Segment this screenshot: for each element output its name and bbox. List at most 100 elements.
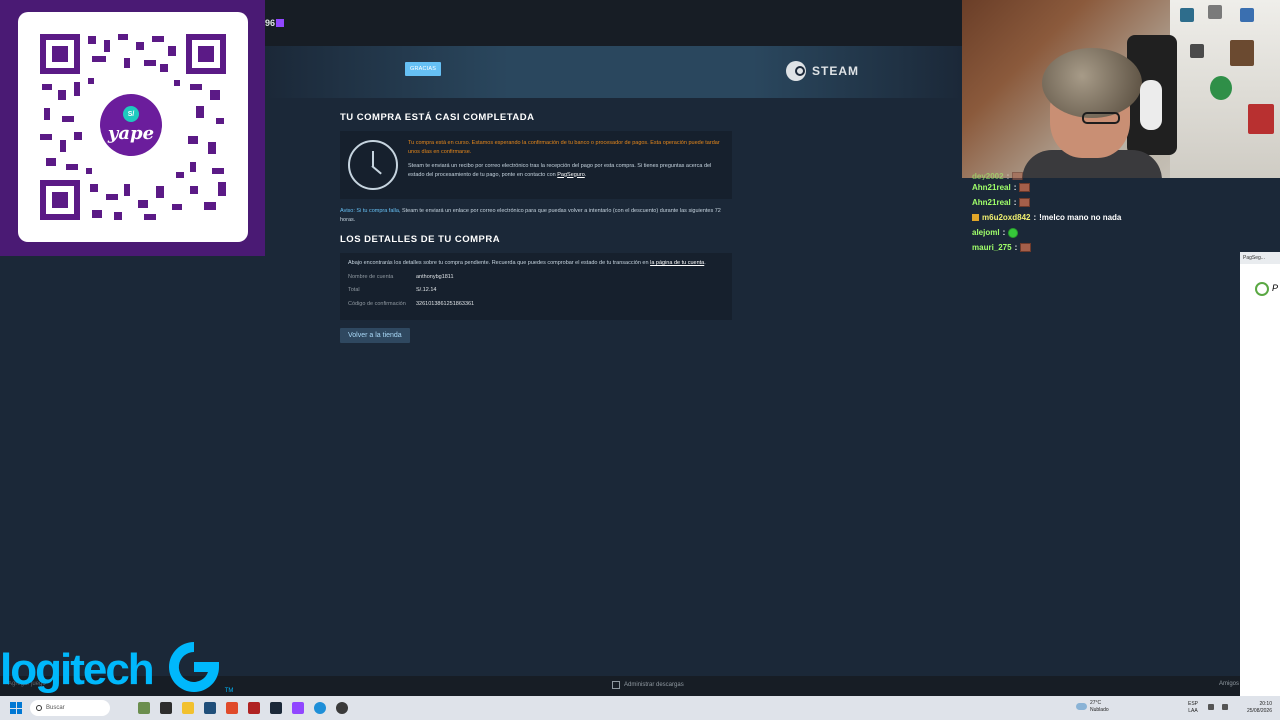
pagseguro-window[interactable]: PagSeg... P [1240, 252, 1280, 696]
steam-icon[interactable] [270, 702, 282, 714]
brave-icon[interactable] [226, 702, 238, 714]
logitech-logo: logitech TM [0, 636, 233, 696]
obs-icon[interactable] [336, 702, 348, 714]
steam-logo[interactable]: STEAM [786, 61, 859, 81]
detail-value: anthonybg1811 [416, 273, 454, 280]
channel-points: 96 [265, 18, 285, 28]
headphones [1140, 80, 1162, 130]
pepe-emote-icon [1020, 243, 1032, 252]
details-heading: LOS DETALLES DE TU COMPRA [340, 234, 501, 246]
chat-line: m6u2oxd842: !melco mano no nada [972, 210, 1272, 225]
glasses [1082, 112, 1120, 124]
chat-colon: : [1033, 213, 1037, 222]
app-icon[interactable] [248, 702, 260, 714]
chat-colon: : [1014, 243, 1018, 252]
taskbar-search[interactable]: Buscar [30, 700, 110, 716]
browser-tab[interactable]: PagSeg... [1240, 252, 1280, 264]
logitech-tm: TM [224, 688, 234, 694]
cloud-icon [1076, 703, 1087, 710]
logitech-wordmark: logitech [0, 645, 155, 694]
steam-logo-text: STEAM [812, 64, 859, 78]
app-icon[interactable] [204, 702, 216, 714]
yape-qr-overlay: S/ yape [0, 0, 265, 256]
detail-label: Nombre de cuenta [348, 273, 394, 280]
task-view-icon[interactable] [160, 702, 172, 714]
weather-desc: Nublado [1090, 706, 1109, 713]
wifi-icon[interactable] [1208, 704, 1214, 710]
status-receipt-text: Steam te enviará un recibo por correo el… [408, 162, 724, 179]
details-intro-text: Abajo encontrarás los detalles sobre tu … [348, 260, 649, 267]
chat-colon: : [1006, 172, 1010, 180]
start-menu-icon[interactable] [10, 702, 22, 714]
status-receipt-end: . [584, 171, 587, 178]
lang-code: ESP [1188, 701, 1199, 707]
status-text: Tu compra está en curso. Estamos esperan… [408, 139, 724, 191]
search-icon [36, 705, 42, 711]
figure-icon [1180, 8, 1194, 22]
status-heading: TU COMPRA ESTÁ CASI COMPLETADA [340, 112, 535, 123]
manage-downloads-label: Administrar descargas [624, 682, 684, 688]
file-explorer-icon[interactable] [182, 702, 194, 714]
twitch-icon[interactable] [292, 702, 304, 714]
figure-icon [1208, 5, 1222, 19]
clock[interactable]: 20:10 25/08/2026 [1240, 701, 1272, 714]
back-to-store-button[interactable]: Volver a la tienda [340, 328, 410, 344]
chat-colon: : [1013, 198, 1017, 207]
pagseguro-icon [1255, 282, 1269, 296]
flag-icon [1248, 104, 1274, 134]
notice-prefix: Aviso: Si tu compra falla, [340, 208, 401, 214]
qr-card: S/ yape [18, 12, 248, 242]
failure-notice: Aviso: Si tu compra falla, Steam te envi… [340, 207, 732, 224]
chat-colon: : [1013, 183, 1017, 192]
shelf [1170, 0, 1280, 178]
status-pending-text: Tu compra está en curso. Estamos esperan… [408, 140, 720, 155]
detail-value: S/.12.14 [416, 287, 437, 294]
chat-user: alejoml [972, 228, 1000, 237]
chat-user: mauri_275 [972, 243, 1012, 252]
chat-line: mauri_275: [972, 240, 1272, 255]
pepe-emote-icon [1019, 183, 1031, 192]
pagseguro-link[interactable]: PagSeguro [557, 172, 585, 178]
chat-user: Ahn21real [972, 198, 1011, 207]
checkout-banner: GRACIAS STEAM [265, 46, 962, 98]
yape-wordmark: yape [107, 123, 155, 144]
yape-logo: S/ yape [96, 90, 166, 160]
search-label: Buscar [46, 705, 65, 711]
figure-icon [1210, 76, 1232, 100]
chat-line: Ahn21real: [972, 180, 1272, 195]
detail-label: Código de confirmación [348, 300, 406, 307]
friends-button[interactable]: Amigos [1219, 681, 1239, 687]
chat-user: dey2002 [972, 172, 1004, 180]
chat-line: dey2002: [972, 172, 1272, 180]
details-intro-end: . [704, 260, 706, 267]
taskbar-apps [138, 702, 348, 714]
webcam-feed [962, 0, 1280, 178]
windows-taskbar: Buscar 27°C Nublado ESP LAA 20:10 25/08/202… [0, 696, 1280, 720]
person-hair [1042, 48, 1142, 118]
language-indicator[interactable]: ESP LAA [1188, 701, 1198, 714]
detail-label: Total [348, 287, 360, 294]
detail-value: 3261013861251863361 [416, 300, 475, 307]
details-intro: Abajo encontrarás los detalles sobre tu … [348, 259, 724, 268]
pepe-emote-icon [1019, 198, 1031, 207]
pagseguro-letter: P [1272, 283, 1279, 293]
currency-icon: S/ [123, 106, 139, 122]
manage-downloads-button[interactable]: Administrar descargas [612, 681, 684, 689]
chat-line: alejoml: [972, 225, 1272, 240]
account-page-link[interactable]: la página de tu cuenta [650, 260, 704, 266]
detail-row-confirmation: Código de confirmación 326101386125186336… [348, 300, 724, 309]
figure-icon [1230, 40, 1254, 66]
clock-icon [348, 140, 398, 190]
weather-widget[interactable]: 27°C Nublado [1076, 700, 1109, 713]
volume-icon[interactable] [1222, 704, 1228, 710]
sub-badge-icon [972, 214, 979, 221]
chat-line: Ahn21real: [972, 195, 1272, 210]
step-tag-gracias: GRACIAS [405, 62, 442, 76]
status-box: Tu compra está en curso. Estamos esperan… [340, 131, 732, 199]
detail-row-account: Nombre de cuenta anthonybg1811 [348, 273, 724, 282]
logitech-g-icon [165, 638, 223, 696]
widgets-icon[interactable] [138, 702, 150, 714]
edge-icon[interactable] [314, 702, 326, 714]
clock-date: 25/08/2026 [1246, 707, 1272, 714]
figure-icon [1190, 44, 1204, 58]
